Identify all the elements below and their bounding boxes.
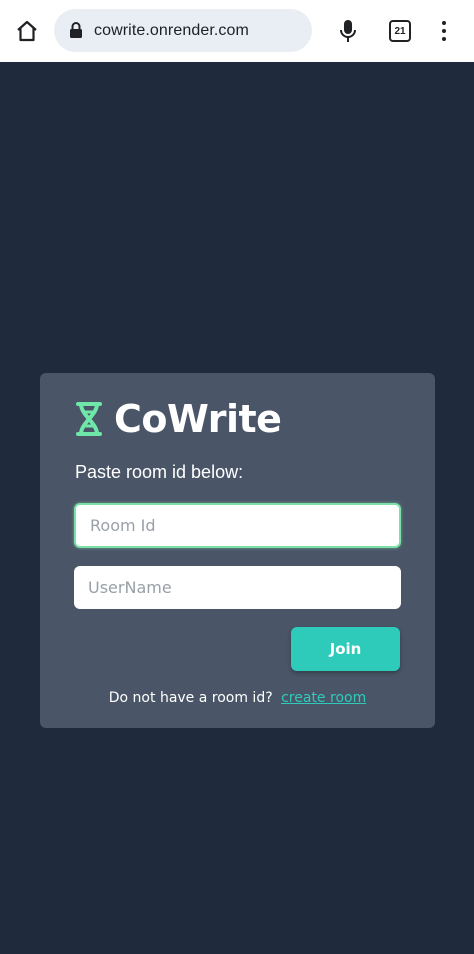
home-button[interactable] (12, 16, 42, 46)
dot-icon (442, 29, 446, 33)
url-text: cowrite.onrender.com (94, 21, 249, 39)
lock-icon (68, 22, 84, 40)
tab-switcher-button[interactable]: 21 (389, 20, 411, 42)
app-logo: CoWrite (74, 397, 282, 441)
room-id-prompt: Paste room id below: (75, 462, 244, 482)
dna-icon (74, 401, 104, 437)
voice-search-button[interactable] (334, 16, 362, 46)
app-name: CoWrite (114, 397, 282, 441)
more-menu-button[interactable] (432, 16, 456, 46)
join-button[interactable]: Join (291, 627, 400, 671)
no-room-text: Do not have a room id? (108, 690, 273, 706)
dot-icon (442, 21, 446, 25)
microphone-icon (340, 20, 356, 42)
dot-icon (442, 37, 446, 41)
create-room-link[interactable]: create room (281, 690, 366, 706)
room-id-input[interactable] (74, 503, 401, 548)
create-room-line: Do not have a room id? create room (40, 690, 435, 706)
tab-count: 21 (394, 25, 406, 37)
username-input[interactable] (74, 566, 401, 609)
address-bar[interactable]: cowrite.onrender.com (54, 9, 312, 52)
browser-toolbar: cowrite.onrender.com 21 (0, 0, 474, 62)
home-icon (17, 20, 37, 42)
join-room-card: CoWrite Paste room id below: Join Do not… (40, 373, 435, 728)
